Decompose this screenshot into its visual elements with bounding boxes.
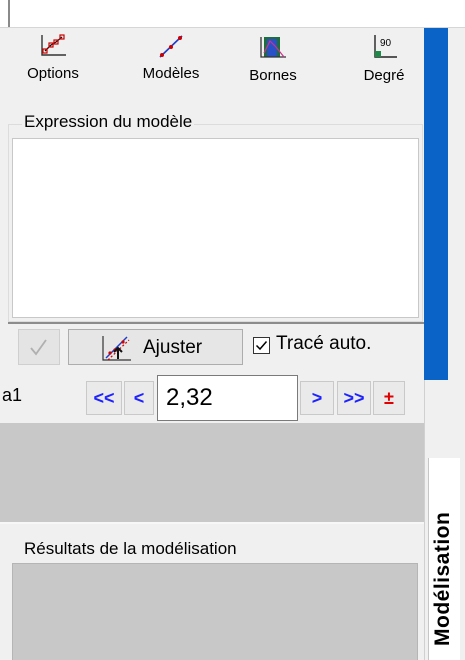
options-icon [41, 34, 66, 56]
options-button[interactable]: Options [18, 33, 88, 93]
degre-icon: 90 [374, 35, 397, 58]
active-tab-indicator [424, 28, 448, 380]
tab-modelisation-label: Modélisation [431, 511, 454, 646]
bornes-icon [260, 37, 286, 58]
decrement-button[interactable]: < [124, 381, 154, 415]
parameter-name: a1 [2, 385, 23, 405]
degre-button[interactable]: 90 Degré [350, 33, 418, 93]
controls-separator [8, 322, 424, 324]
trace-auto-checkbox[interactable] [253, 337, 270, 354]
validate-button[interactable] [18, 329, 60, 365]
expression-editor[interactable] [12, 138, 419, 318]
check-icon [255, 341, 268, 351]
results-area [12, 563, 418, 660]
expression-caption: Expression du modèle [22, 112, 195, 132]
increment-button[interactable]: > [300, 381, 334, 415]
degre-label: Degré [363, 67, 405, 84]
modeles-label: Modèles [142, 65, 200, 82]
results-caption: Résultats de la modélisation [22, 539, 239, 559]
ajuster-label: Ajuster [143, 337, 203, 358]
parameter-list-area [0, 423, 424, 522]
fast-decrement-button[interactable]: << [86, 381, 122, 415]
bornes-button[interactable]: Bornes [236, 33, 310, 93]
plus-minus-button[interactable]: ± [373, 381, 405, 415]
top-divider [8, 0, 10, 27]
parameter-value-input[interactable] [157, 375, 298, 421]
options-label: Options [27, 65, 79, 82]
top-strip [0, 0, 465, 27]
degre-icon-text: 90 [380, 38, 392, 49]
modeles-button[interactable]: Modèles [126, 33, 216, 93]
bornes-label: Bornes [249, 67, 297, 84]
modeles-icon [159, 35, 183, 58]
ajuster-button[interactable]: Ajuster [68, 329, 243, 365]
checkmark-icon [30, 339, 47, 356]
fit-curve-icon [102, 336, 131, 361]
trace-auto-label: Tracé auto. [276, 333, 372, 354]
fast-increment-button[interactable]: >> [337, 381, 371, 415]
splitter[interactable] [0, 522, 424, 524]
tab-modelisation[interactable]: Modélisation [428, 458, 460, 660]
